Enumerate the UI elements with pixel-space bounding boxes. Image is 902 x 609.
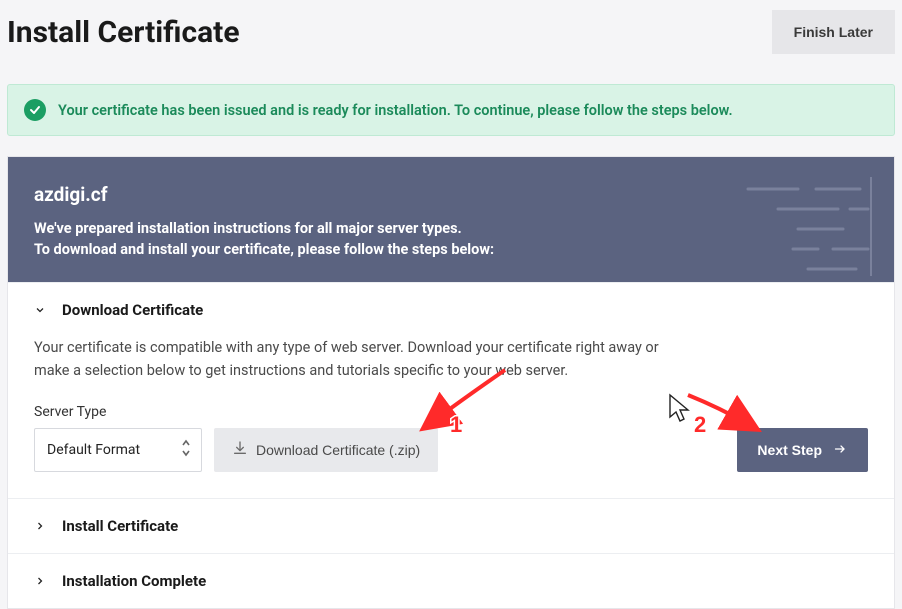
install-panel: azdigi.cf We've prepared installation in… <box>7 156 895 609</box>
section-header-complete[interactable]: Installation Complete <box>8 554 894 608</box>
server-type-select[interactable]: Default Format <box>34 428 202 472</box>
section-title-download: Download Certificate <box>62 301 203 319</box>
section-title-install: Install Certificate <box>62 517 178 535</box>
section-header-install[interactable]: Install Certificate <box>8 499 894 553</box>
section-title-complete: Installation Complete <box>62 572 206 590</box>
download-button-label: Download Certificate (.zip) <box>256 442 420 458</box>
domain-name: azdigi.cf <box>34 183 868 206</box>
download-certificate-button[interactable]: Download Certificate (.zip) <box>214 428 438 472</box>
success-alert: Your certificate has been issued and is … <box>7 84 895 136</box>
chevron-right-icon <box>34 520 46 532</box>
section-header-download[interactable]: Download Certificate <box>8 283 894 337</box>
hero-line-2: To download and install your certificate… <box>34 239 868 260</box>
section-install: Install Certificate <box>8 498 894 553</box>
panel-hero: azdigi.cf We've prepared installation in… <box>8 157 894 282</box>
success-alert-text: Your certificate has been issued and is … <box>58 102 733 119</box>
hero-line-1: We've prepared installation instructions… <box>34 218 868 239</box>
download-icon <box>232 440 248 459</box>
next-step-label: Next Step <box>757 442 822 458</box>
download-description: Your certificate is compatible with any … <box>34 337 674 382</box>
select-caret-icon <box>181 439 191 461</box>
next-step-button[interactable]: Next Step <box>737 428 868 472</box>
finish-later-button[interactable]: Finish Later <box>772 10 895 54</box>
section-download: Download Certificate Your certificate is… <box>8 282 894 498</box>
server-type-value: Default Format <box>47 442 140 458</box>
chevron-down-icon <box>34 304 46 316</box>
page-title: Install Certificate <box>7 15 240 50</box>
chevron-right-icon <box>34 575 46 587</box>
arrow-right-icon <box>832 442 848 458</box>
section-complete: Installation Complete <box>8 553 894 608</box>
check-circle-icon <box>24 99 46 121</box>
server-type-label: Server Type <box>34 404 868 420</box>
